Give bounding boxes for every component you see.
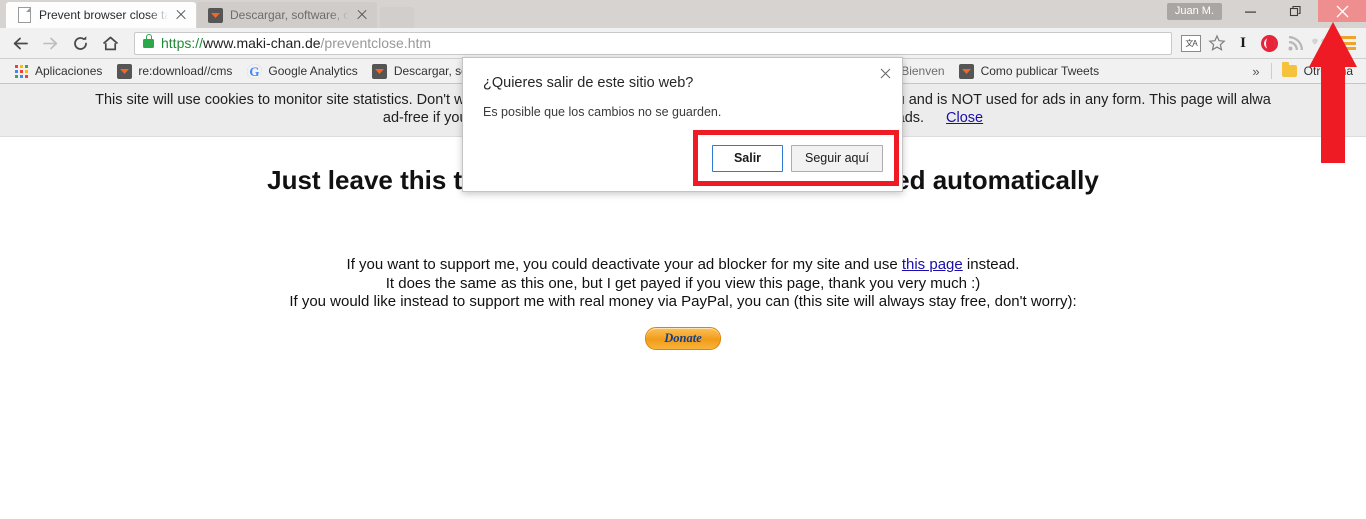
window-controls: Juan M. xyxy=(1166,0,1366,28)
dialog-buttons-highlight: Salir Seguir aquí xyxy=(693,130,899,186)
minimize-button[interactable] xyxy=(1228,0,1273,22)
rss-icon[interactable] xyxy=(1282,30,1308,56)
bookmark-como-publicar-tweets[interactable]: Como publicar Tweets xyxy=(952,61,1107,82)
dialog-title: ¿Quieres salir de este sitio web? xyxy=(483,75,694,91)
tab-close-icon[interactable] xyxy=(174,8,188,22)
navigation-toolbar: https://www.maki-chan.de/preventclose.ht… xyxy=(0,28,1366,59)
twitter-birds-icon[interactable] xyxy=(1308,30,1334,56)
back-arrow-icon[interactable] xyxy=(6,30,34,56)
ext-i-label: I xyxy=(1240,34,1246,51)
bookmark-label: Bienven xyxy=(901,64,945,78)
hamburger-menu-icon[interactable] xyxy=(1334,30,1360,56)
bookmark-aplicaciones[interactable]: Aplicaciones xyxy=(6,61,109,82)
folder-icon xyxy=(1282,62,1298,79)
headline-right: sed automatically xyxy=(880,165,1099,195)
cookie-text-line1-left: This site will use cookies to monitor si… xyxy=(95,92,509,108)
star-icon[interactable] xyxy=(1204,30,1230,56)
bookmarks-separator xyxy=(1270,63,1272,79)
bookmark-redownload-cms[interactable]: re:download//cms xyxy=(109,61,239,82)
translate-icon[interactable]: 文A xyxy=(1178,30,1204,56)
tab-title: Prevent browser close tab xyxy=(39,8,168,22)
paragraph-line-1: If you want to support me, you could dea… xyxy=(0,256,1366,275)
home-icon[interactable] xyxy=(96,30,124,56)
page-icon xyxy=(16,7,32,23)
tab-descargar-software[interactable]: Descargar, software, cont xyxy=(197,2,377,28)
download-icon xyxy=(207,7,223,23)
tab-prevent-browser-close[interactable]: Prevent browser close tab xyxy=(6,2,196,28)
forward-arrow-icon xyxy=(36,30,64,56)
url-scheme: https:// xyxy=(161,35,204,51)
bookmarks-overflow-button[interactable]: » xyxy=(1244,64,1267,79)
bookmark-label: Otros ma xyxy=(1303,64,1353,78)
download-icon xyxy=(116,63,132,79)
tab-close-icon[interactable] xyxy=(355,8,369,22)
headline-left: Just leave this ta xyxy=(267,165,477,195)
address-bar[interactable]: https://www.maki-chan.de/preventclose.ht… xyxy=(134,31,1172,55)
lock-icon xyxy=(143,34,154,48)
bookmark-other-bookmarks[interactable]: Otros ma xyxy=(1275,61,1360,82)
download-icon xyxy=(959,63,975,79)
paragraph-line-2: It does the same as this one, but I get … xyxy=(385,274,981,292)
download-icon xyxy=(372,63,388,79)
opera-blocker-icon[interactable] xyxy=(1256,30,1282,56)
url-path: /preventclose.htm xyxy=(320,35,432,51)
cookie-text-line2-left: ad-free if you xyxy=(382,110,468,126)
bookmark-label: re:download//cms xyxy=(138,64,233,78)
google-icon: G xyxy=(246,63,262,79)
ext-i-icon[interactable]: I xyxy=(1230,30,1256,56)
bookmark-label: Google Analytics xyxy=(268,64,358,78)
stay-on-page-button[interactable]: Seguir aquí xyxy=(791,144,883,172)
support-paragraph: If you want to support me, you could dea… xyxy=(0,256,1366,312)
tab-strip: Prevent browser close tab Descargar, sof… xyxy=(0,0,1366,28)
paragraph-line-3: If you would like instead to support me … xyxy=(289,293,1077,310)
dialog-message: Es posible que los cambios no se guarden… xyxy=(483,105,722,119)
paragraph-line-1-text-b: instead. xyxy=(962,256,1020,273)
donate-area: Donate xyxy=(0,326,1366,350)
user-profile-chip[interactable]: Juan M. xyxy=(1166,3,1222,20)
url-host: www.maki-chan.de xyxy=(203,35,321,51)
paypal-donate-button[interactable]: Donate xyxy=(645,326,721,350)
maximize-button[interactable] xyxy=(1273,0,1318,22)
reload-icon[interactable] xyxy=(66,30,94,56)
paragraph-line-1-text-a: If you want to support me, you could dea… xyxy=(346,256,902,273)
cookie-close-link[interactable]: Close xyxy=(946,110,983,126)
bookmark-google-analytics[interactable]: G Google Analytics xyxy=(239,61,364,82)
dialog-close-icon[interactable] xyxy=(876,64,894,82)
tab-title: Descargar, software, cont xyxy=(230,8,349,22)
leave-site-button[interactable]: Salir xyxy=(712,144,783,172)
cookie-text-line1-right: u and is NOT used for ads in any form. T… xyxy=(896,92,1271,108)
bookmark-label: Aplicaciones xyxy=(35,64,103,78)
this-page-link[interactable]: this page xyxy=(902,256,963,273)
browser-window: Prevent browser close tab Descargar, sof… xyxy=(0,0,1366,519)
apps-grid-icon xyxy=(13,63,29,79)
bookmark-label: Como publicar Tweets xyxy=(980,64,1100,78)
new-tab-button[interactable] xyxy=(380,7,414,28)
close-window-button[interactable] xyxy=(1318,0,1366,22)
